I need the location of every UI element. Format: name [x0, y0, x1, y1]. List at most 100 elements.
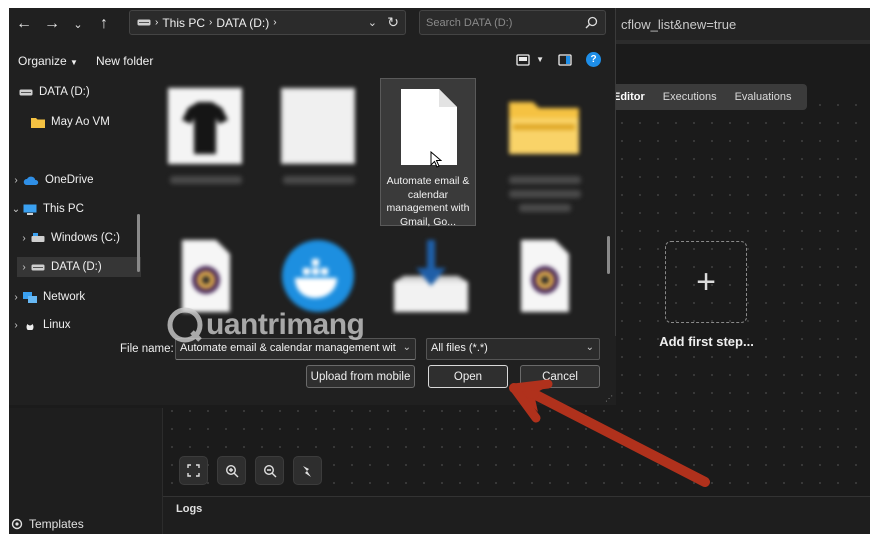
broom-icon: [302, 465, 311, 477]
zoom-out-button[interactable]: [255, 456, 284, 485]
tree-item-this-pc[interactable]: ⌄ This PC: [9, 199, 84, 219]
tab-executions[interactable]: Executions: [663, 91, 717, 103]
drive-icon: [31, 232, 45, 242]
tidy-up-button[interactable]: [293, 456, 322, 485]
file-tile[interactable]: [158, 80, 254, 228]
tree-item-may-ao-vm[interactable]: May Ao VM: [31, 112, 110, 132]
add-first-step-button[interactable]: +: [665, 241, 747, 323]
header-divider: [615, 40, 870, 44]
file-name-blurred: [283, 176, 355, 184]
media-file-icon: [182, 240, 230, 312]
caret-down-icon: ▼: [536, 55, 544, 64]
annotation-arrow: [509, 379, 710, 487]
breadcrumb-this-pc[interactable]: This PC: [162, 16, 205, 30]
watermark-q-icon: [167, 307, 203, 343]
watermark-text: uantrimang: [206, 308, 365, 341]
file-tile-selected[interactable]: Automate email & calendar management wit…: [380, 78, 476, 228]
tree-item-onedrive[interactable]: › OneDrive: [9, 170, 93, 190]
tab-evaluations[interactable]: Evaluations: [735, 91, 792, 103]
fullscreen-icon: [187, 464, 200, 477]
linux-icon: [26, 320, 34, 330]
chevron-right-icon[interactable]: ›: [9, 292, 23, 303]
breadcrumb-data-drive[interactable]: DATA (D:): [216, 16, 269, 30]
chevron-right-icon[interactable]: ›: [9, 320, 23, 331]
tree-item-label: Linux: [43, 319, 71, 330]
tree-item-linux[interactable]: › Linux: [9, 315, 71, 330]
url-text: cflow_list&new=true: [621, 17, 737, 32]
change-view-button[interactable]: ▼: [516, 53, 544, 66]
editor-tabs: Editor Executions Evaluations: [607, 84, 807, 110]
caret-down-icon: ▼: [70, 58, 78, 67]
help-icon[interactable]: ?: [586, 52, 601, 67]
tree-item-data-drive[interactable]: DATA (D:): [19, 82, 90, 102]
templates-link[interactable]: Templates: [11, 517, 84, 531]
recent-locations-button[interactable]: ⌄: [67, 13, 89, 35]
address-dropdown-icon[interactable]: ⌄: [368, 16, 377, 29]
breadcrumb-separator: ›: [273, 17, 277, 28]
chevron-right-icon[interactable]: ›: [9, 175, 23, 186]
file-name: Automate email & calendar management wit…: [386, 175, 470, 228]
blank-thumbnail: [281, 88, 355, 164]
breadcrumb-separator: ›: [155, 17, 159, 28]
fit-view-button[interactable]: [179, 456, 208, 485]
network-icon: [23, 291, 37, 303]
zoom-in-icon: [225, 464, 238, 477]
chevron-down-icon: ⌄: [73, 18, 83, 31]
new-folder-button[interactable]: New folder: [96, 54, 153, 68]
file-tile[interactable]: [384, 230, 480, 336]
search-input[interactable]: Search DATA (D:): [419, 10, 606, 35]
file-list: Automate email & calendar management wit…: [152, 74, 616, 336]
watermark-logo: uantrimang: [166, 305, 365, 345]
templates-label: Templates: [29, 517, 84, 531]
tree-item-label: Windows (C:): [51, 232, 121, 244]
chevron-down-icon[interactable]: ⌄: [9, 204, 23, 215]
drive-icon: [137, 19, 151, 26]
left-sidebar: [9, 408, 163, 534]
logs-label: Logs: [176, 503, 203, 515]
file-name-blurred: [519, 204, 571, 212]
drive-icon: [19, 89, 33, 95]
plus-icon: +: [696, 262, 716, 301]
preview-pane-icon[interactable]: [558, 53, 572, 66]
tree-item-network[interactable]: › Network: [9, 287, 85, 307]
up-button[interactable]: ↑: [93, 13, 115, 35]
onedrive-icon: [23, 176, 39, 185]
tree-item-label: DATA (D:): [51, 261, 102, 273]
tree-item-data-drive-selected[interactable]: › DATA (D:): [17, 257, 141, 277]
zoom-in-button[interactable]: [217, 456, 246, 485]
download-icon: [394, 240, 468, 312]
file-open-dialog: ← → ⌄ ↑ › This PC › DATA (D:) › ⌄ ↻ Sear…: [9, 8, 616, 405]
arrow-right-icon: →: [44, 15, 60, 32]
chevron-down-icon[interactable]: ⌄: [403, 342, 411, 353]
view-icon: [516, 53, 530, 66]
zoom-out-icon: [263, 464, 276, 477]
upload-from-mobile-button[interactable]: Upload from mobile: [306, 365, 415, 388]
chevron-right-icon[interactable]: ›: [17, 262, 31, 273]
logs-panel[interactable]: [163, 496, 870, 534]
file-tile[interactable]: [271, 80, 367, 228]
tree-item-label: Network: [43, 291, 86, 303]
address-bar[interactable]: › This PC › DATA (D:) › ⌄ ↻: [129, 10, 406, 35]
media-file-icon: [521, 240, 569, 312]
arrow-up-icon: ↑: [100, 15, 108, 32]
file-list-scrollbar[interactable]: [607, 236, 610, 274]
chevron-right-icon[interactable]: ›: [17, 233, 31, 244]
file-tile[interactable]: [497, 80, 593, 228]
search-placeholder: Search DATA (D:): [426, 16, 513, 29]
tab-editor[interactable]: Editor: [613, 91, 645, 103]
tree-scrollbar[interactable]: [137, 214, 140, 272]
view-controls: ▼ ?: [516, 52, 601, 67]
folder-icon: [31, 117, 45, 128]
organize-menu[interactable]: Organize ▼: [18, 54, 78, 68]
forward-button[interactable]: →: [41, 13, 63, 35]
open-button[interactable]: Open: [428, 365, 508, 388]
tree-item-label: DATA (D:): [39, 86, 90, 98]
file-type-select[interactable]: All files (*.*) ⌄: [426, 338, 600, 360]
organize-label: Organize: [18, 54, 67, 68]
back-button[interactable]: ←: [13, 13, 35, 35]
refresh-icon[interactable]: ↻: [387, 14, 399, 31]
tree-item-windows-c[interactable]: › Windows (C:): [17, 228, 120, 248]
file-tile[interactable]: [497, 230, 593, 336]
canvas-toolbar: [179, 456, 322, 485]
breadcrumb-separator: ›: [209, 17, 213, 28]
